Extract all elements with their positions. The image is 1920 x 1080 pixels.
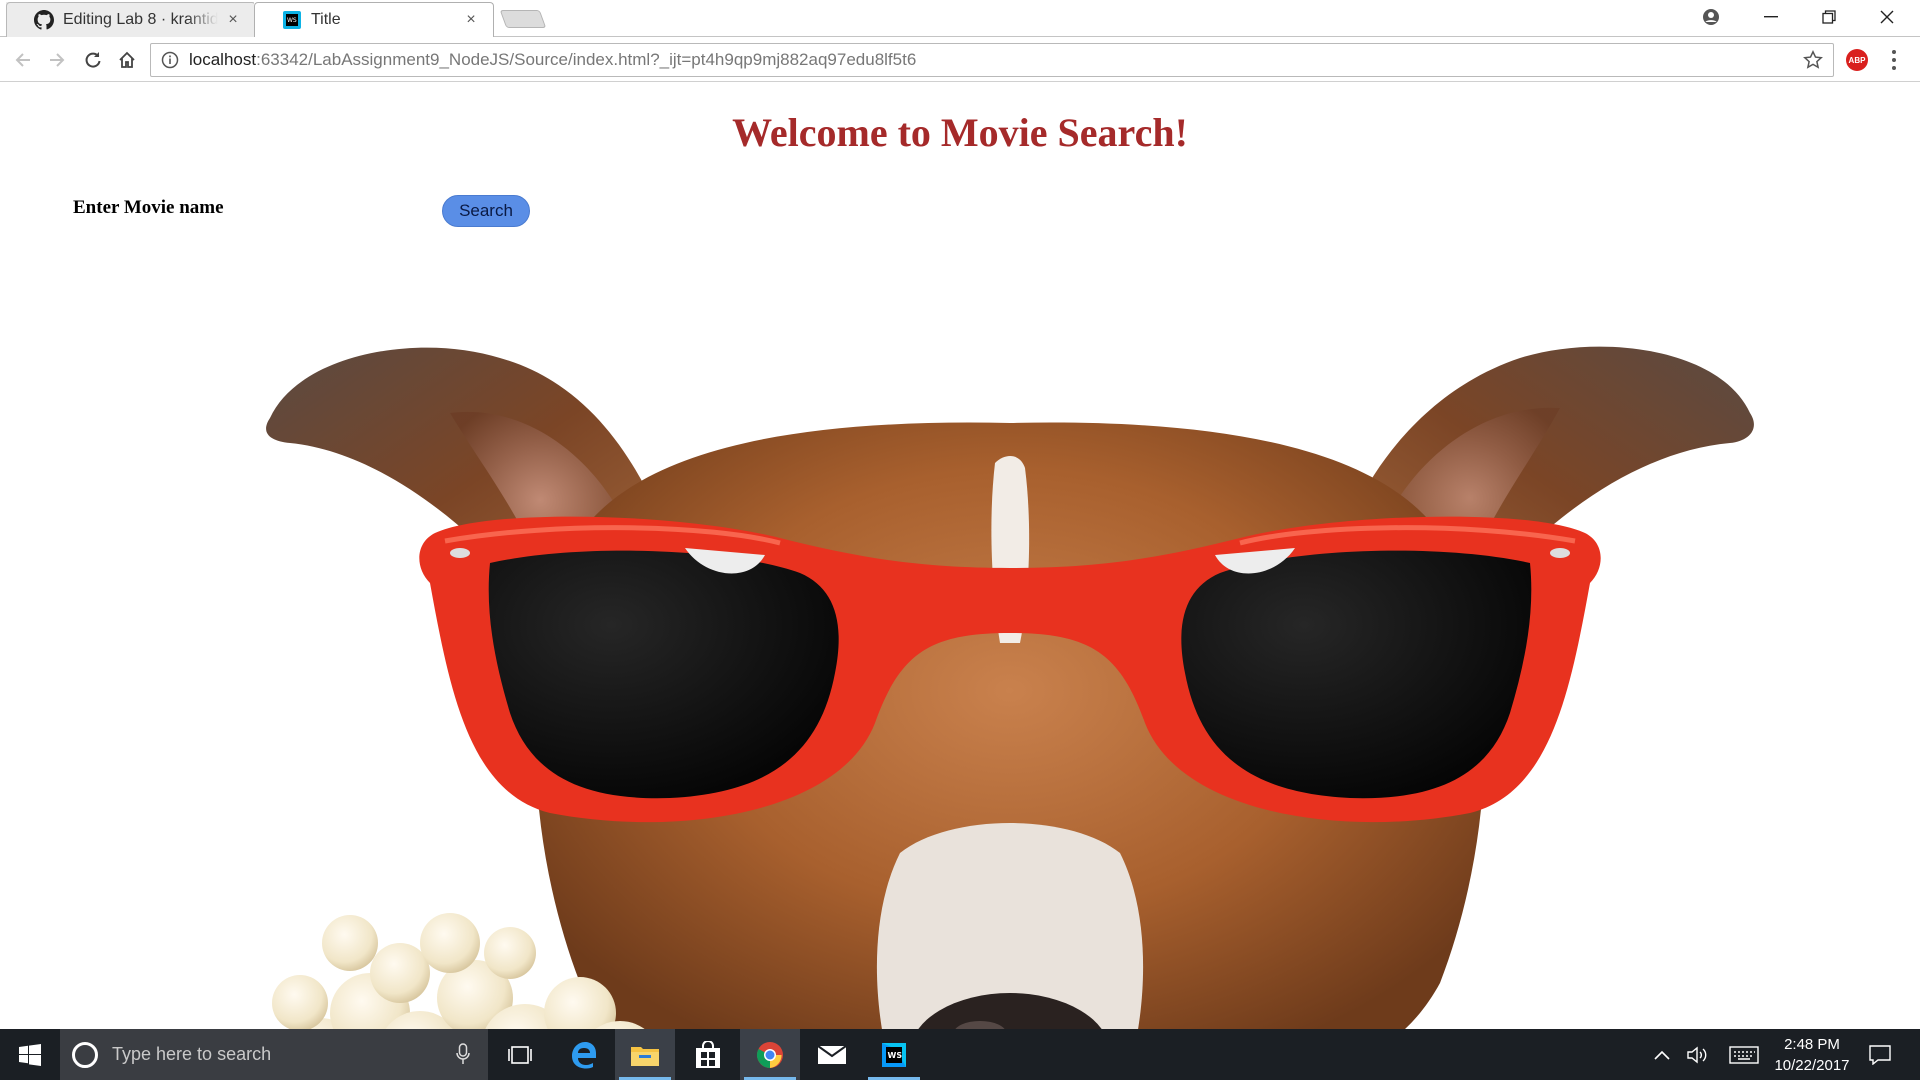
mail-icon[interactable] (802, 1029, 862, 1080)
file-explorer-icon[interactable] (615, 1029, 675, 1080)
info-icon[interactable] (161, 51, 179, 69)
store-icon[interactable] (678, 1029, 738, 1080)
page-heading: Welcome to Movie Search! (732, 110, 1188, 155)
svg-text:WS: WS (888, 1051, 903, 1060)
clock-date: 10/22/2017 (1774, 1057, 1850, 1074)
windows-taskbar: Type here to search WS 2:48 PM 10/22/201… (0, 1029, 1920, 1080)
url-path: :63342/LabAssignment9_NodeJS/Source/inde… (256, 50, 917, 69)
movie-name-label: Enter Movie name (73, 197, 224, 218)
tab-title: Editing Lab 8 · krantidodi (63, 10, 218, 28)
webstorm-icon[interactable]: WS (864, 1029, 924, 1080)
url-host: localhost (189, 50, 257, 69)
profile-icon[interactable] (1694, 0, 1728, 34)
tab-close-icon[interactable]: × (462, 11, 480, 29)
edge-icon[interactable] (554, 1029, 614, 1080)
task-view-icon[interactable] (490, 1029, 550, 1080)
volume-icon[interactable] (1683, 1029, 1713, 1080)
reload-icon[interactable] (79, 46, 107, 74)
bookmark-star-icon[interactable] (1803, 50, 1823, 70)
screen: Editing Lab 8 · krantidodi × WS Title × (0, 0, 1920, 1080)
taskbar-search-placeholder: Type here to search (112, 1044, 272, 1064)
page-viewport: Welcome to Movie Search! Enter Movie nam… (0, 83, 1920, 1029)
show-hidden-icons-chevron-icon[interactable] (1648, 1029, 1676, 1080)
taskbar-search-box[interactable]: Type here to search (60, 1029, 488, 1080)
minimize-icon[interactable] (1748, 0, 1794, 34)
tab-title: Title (311, 10, 341, 28)
close-window-icon[interactable] (1864, 0, 1910, 34)
browser-tab-strip: Editing Lab 8 · krantidodi × WS Title × (0, 0, 1920, 37)
github-icon (34, 9, 54, 30)
back-arrow-icon[interactable] (9, 46, 37, 74)
forward-arrow-icon[interactable] (43, 46, 71, 74)
taskbar-clock[interactable]: 2:48 PM 10/22/2017 (1766, 1034, 1858, 1076)
windows-start-icon[interactable] (0, 1029, 60, 1080)
address-bar[interactable]: localhost:63342/LabAssignment9_NodeJS/So… (150, 43, 1834, 77)
home-icon[interactable] (113, 46, 141, 74)
adblock-plus-icon[interactable]: ABP (1846, 49, 1868, 71)
tab-title-active[interactable]: WS Title × (254, 2, 494, 37)
new-tab-button[interactable] (499, 10, 547, 28)
browser-toolbar: localhost:63342/LabAssignment9_NodeJS/So… (0, 38, 1920, 82)
chrome-menu-icon[interactable] (1888, 48, 1900, 72)
clock-time: 2:48 PM (1784, 1036, 1840, 1053)
restore-icon[interactable] (1806, 0, 1852, 34)
webstorm-favicon-icon: WS (282, 10, 302, 30)
dog-sunglasses-image (266, 346, 1754, 1029)
movie-name-input[interactable] (234, 191, 434, 225)
search-button[interactable]: Search (442, 195, 530, 227)
action-center-icon[interactable] (1864, 1029, 1896, 1080)
keyboard-icon[interactable] (1726, 1029, 1762, 1080)
chrome-icon[interactable] (740, 1029, 800, 1080)
microphone-icon[interactable] (456, 1043, 470, 1065)
cortana-icon (72, 1041, 98, 1068)
tab-editing-lab[interactable]: Editing Lab 8 · krantidodi × (6, 2, 256, 37)
svg-text:WS: WS (287, 17, 297, 24)
tab-close-icon[interactable]: × (224, 11, 242, 29)
